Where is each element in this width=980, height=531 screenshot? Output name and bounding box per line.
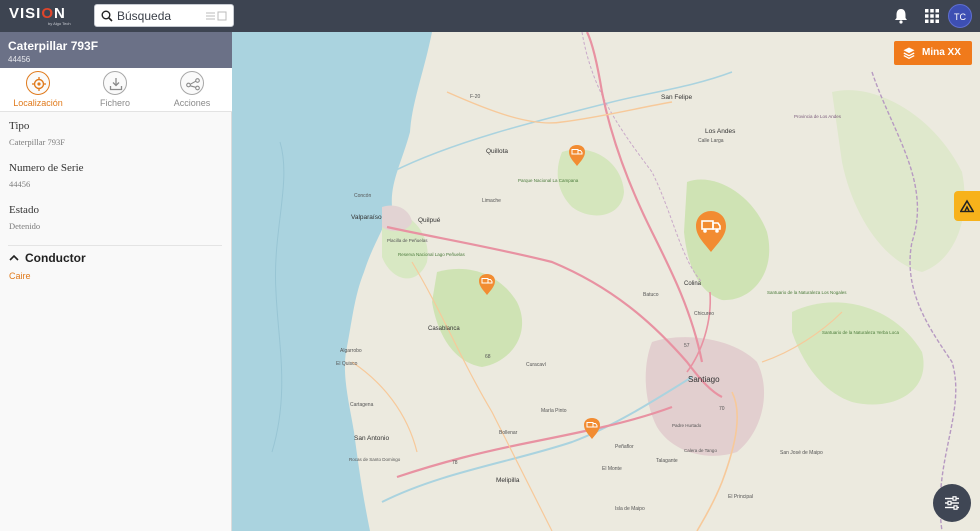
tent-icon <box>960 199 974 213</box>
map-label-parque-la-campana: Parque Nacional La Campana <box>518 178 579 183</box>
field-estado-label: Estado <box>9 204 39 216</box>
map-label-san-antonio: San Antonio <box>354 435 389 442</box>
download-tray-icon <box>109 78 123 91</box>
layers-icon <box>903 47 915 59</box>
truck-marker-large[interactable] <box>694 210 728 253</box>
map-label-road-57: 57 <box>684 343 690 349</box>
tab-fichero[interactable]: Fichero <box>77 71 153 111</box>
app-logo[interactable]: VISION <box>9 5 66 22</box>
map-label-bollenar: Bollenar <box>499 430 518 436</box>
keyboard-shortcut-icon <box>206 11 227 21</box>
map-label-padre-hurtado: Padre Hurtado <box>672 423 702 428</box>
field-tipo-value: Caterpillar 793F <box>9 137 65 147</box>
truck-marker-west[interactable] <box>478 273 496 296</box>
map-label-limache: Limache <box>482 198 501 204</box>
map-labels: Santiago Valparaíso Quilpué Quillota Los… <box>336 94 900 512</box>
map-label-penaflor: Peñaflor <box>615 444 634 450</box>
map-label-cartagena: Cartagena <box>350 402 374 408</box>
map-label-isla-de-maipo: Isla de Maipo <box>615 506 645 512</box>
location-target-icon <box>32 77 46 91</box>
asset-tabs: Localización Fichero Acciones <box>0 68 232 112</box>
map-label-road-f20: F-20 <box>470 94 481 100</box>
truck-marker-south[interactable] <box>583 417 601 440</box>
map-label-maria-pinto: María Pinto <box>541 408 567 414</box>
map-label-valparaiso: Valparaíso <box>351 214 382 221</box>
user-avatar[interactable]: TC <box>948 4 972 28</box>
share-nodes-icon <box>186 78 200 91</box>
search-input[interactable]: Búsqueda <box>117 9 171 23</box>
map-label-rocas: Rocas de Santo Domingo <box>349 457 401 462</box>
map-label-batuco: Batuco <box>643 292 659 298</box>
map-label-prov-andes: Provincia de Los Andes <box>794 114 842 119</box>
layer-select-button[interactable]: Mina XX <box>894 41 972 65</box>
tab-localizacion-label: Localización <box>13 98 63 108</box>
map-label-road-78: 78 <box>452 460 458 466</box>
map-label-el-principal: El Principal <box>728 494 753 500</box>
map-label-el-quisco: El Quisco <box>336 361 358 367</box>
field-tipo: Tipo Caterpillar 793F <box>9 120 65 147</box>
map-label-quilpue: Quilpué <box>418 217 441 224</box>
field-numero-serie-value: 44456 <box>9 179 31 189</box>
tab-localizacion-circle <box>26 71 50 95</box>
map-label-calera-de-tango: Calera de Tango <box>684 448 717 453</box>
map-label-san-felipe: San Felipe <box>661 94 692 101</box>
map-label-melipilla: Melipilla <box>496 477 520 484</box>
layer-select-label: Mina XX <box>922 47 961 58</box>
map-label-santuario-nogales: Santuario de la Naturaleza Los Nogales <box>767 290 847 295</box>
asset-detail-panel: Caterpillar 793F 44456 Localización Fich… <box>0 32 232 531</box>
apps-grid-icon[interactable] <box>923 7 941 25</box>
map-filters-button[interactable] <box>933 484 971 522</box>
tab-acciones-label: Acciones <box>173 98 211 108</box>
field-estado: Estado Detenido <box>9 204 40 231</box>
map-label-concon: Concón <box>354 193 371 199</box>
tab-acciones-circle <box>180 71 204 95</box>
logo-text-a: VISI <box>9 5 42 22</box>
asset-header: Caterpillar 793F 44456 <box>0 32 232 68</box>
bell-icon[interactable] <box>892 7 910 25</box>
map-label-colina: Colina <box>684 281 702 287</box>
chevron-up-icon <box>9 254 19 261</box>
section-divider <box>8 245 222 246</box>
map-label-casablanca: Casablanca <box>428 326 460 332</box>
truck-marker-north[interactable] <box>568 144 586 167</box>
logo-subtitle: by Algo Tech <box>48 21 71 26</box>
map-label-algarrobo: Algarrobo <box>340 348 362 354</box>
map-label-curacavi: Curacaví <box>526 362 547 368</box>
asset-title: Caterpillar 793F <box>8 39 99 53</box>
field-numero-serie-label: Numero de Serie <box>9 162 84 174</box>
field-numero-serie: Numero de Serie 44456 <box>9 162 84 189</box>
conductor-title: Conductor <box>25 251 86 265</box>
map-label-calle-larga: Calle Larga <box>698 138 724 144</box>
map-label-road-70: 70 <box>719 406 725 412</box>
field-tipo-label: Tipo <box>9 120 30 132</box>
map-view[interactable]: Santiago Valparaíso Quilpué Quillota Los… <box>232 32 980 531</box>
map-label-reserva-penuelas: Reserva Nacional Lago Peñuelas <box>398 252 466 257</box>
side-panel-toggle[interactable] <box>954 191 980 221</box>
map-label-road-68: 68 <box>485 354 491 360</box>
logo-text-o: O <box>41 5 55 22</box>
map-label-el-monte: El Monte <box>602 466 622 472</box>
field-estado-value: Detenido <box>9 221 41 231</box>
map-label-talagante: Talagante <box>656 458 678 464</box>
tab-acciones[interactable]: Acciones <box>154 71 230 111</box>
map-label-los-andes: Los Andes <box>705 128 736 135</box>
top-bar: VISION by Algo Tech Búsqueda TC <box>0 0 980 32</box>
conductor-value[interactable]: Caire <box>9 271 31 281</box>
search-icon <box>101 10 113 22</box>
tab-fichero-label: Fichero <box>99 98 130 108</box>
asset-id: 44456 <box>8 55 31 64</box>
map-label-chicureo: Chicureo <box>694 311 714 317</box>
map-label-placilla: Placilla de Peñuelas <box>387 238 428 243</box>
logo-text-b: N <box>54 5 66 22</box>
map-label-san-jose-de-maipo: San José de Maipo <box>780 450 823 456</box>
map-label-santuario-yerba: Santuario de la Naturaleza Yerba Loca <box>822 330 900 335</box>
sliders-icon <box>945 496 959 510</box>
map-label-quillota: Quillota <box>486 148 508 155</box>
tab-fichero-circle <box>103 71 127 95</box>
search-box[interactable]: Búsqueda <box>94 4 234 27</box>
tab-localizacion[interactable]: Localización <box>0 71 76 111</box>
map-label-santiago: Santiago <box>688 375 720 384</box>
